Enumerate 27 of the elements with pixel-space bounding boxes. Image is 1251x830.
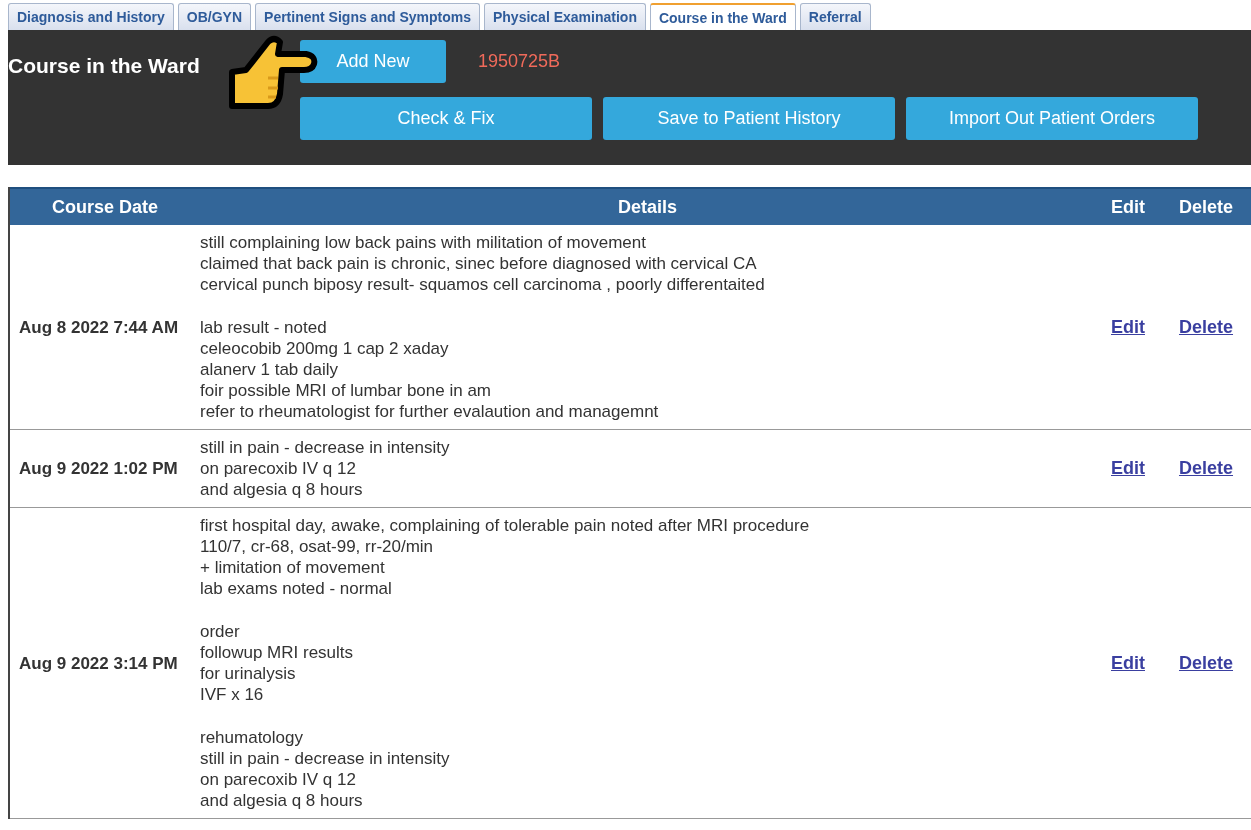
course-date: Aug 9 2022 3:14 PM <box>18 652 179 674</box>
edit-link[interactable]: Edit <box>1111 458 1145 478</box>
delete-link[interactable]: Delete <box>1179 316 1233 337</box>
edit-link[interactable]: Edit <box>1111 652 1145 673</box>
tab[interactable]: Diagnosis and History <box>8 3 174 30</box>
column-header: Edit <box>1110 195 1146 219</box>
tab[interactable]: OB/GYN <box>177 3 252 30</box>
course-details: lab result - noted celeocobib 200mg 1 cap 2 xaday alanerv 1 tab daily foir possible MRI of lumbar bone in am refer to rheumatologist for further evalaution and managemnt <box>200 317 660 422</box>
edit-link[interactable]: Edit <box>1111 316 1145 337</box>
tab[interactable]: Referral <box>799 3 871 30</box>
tab[interactable]: Physical Examination <box>484 3 646 30</box>
column-header: Delete <box>1178 195 1234 219</box>
course-date: Aug 9 2022 1:02 PM <box>18 458 179 479</box>
tab[interactable]: Pertinent Signs and Symptoms <box>255 3 480 30</box>
course-details: still complaining low back pains with militation of movement claimed that back pain is chronic, sinec before diagnosed with cervical CA cervical punch biposy result- squamos cell carcinoma , poorly differentaited <box>200 232 766 295</box>
record-id: 1950725B <box>477 50 561 73</box>
course-date: Aug 8 2022 7:44 AM <box>18 316 180 338</box>
course-details: still in pain - decrease in intensity on parecoxib IV q 12 and algesia q 8 hours <box>200 437 451 500</box>
course-details: rehumatology still in pain - decrease in intensity on parecoxib IV q 12 and algesia q 8 hours <box>200 727 451 811</box>
course-details: first hospital day, awake, complaining of tolerable pain noted after MRI procedure 110/7, cr-68, osat-99, rr-20/min + limitation of movement lab exams noted - normal <box>200 515 811 599</box>
column-header: Details <box>617 195 678 219</box>
delete-link[interactable]: Delete <box>1179 652 1233 673</box>
course-details: order followup MRI results for urinalysis IVF x 16 <box>200 621 355 705</box>
tab[interactable]: Course in the Ward <box>649 3 796 30</box>
delete-link[interactable]: Delete <box>1179 458 1233 478</box>
column-header: Course Date <box>51 195 159 219</box>
section-title: Course in the Ward <box>8 53 201 79</box>
